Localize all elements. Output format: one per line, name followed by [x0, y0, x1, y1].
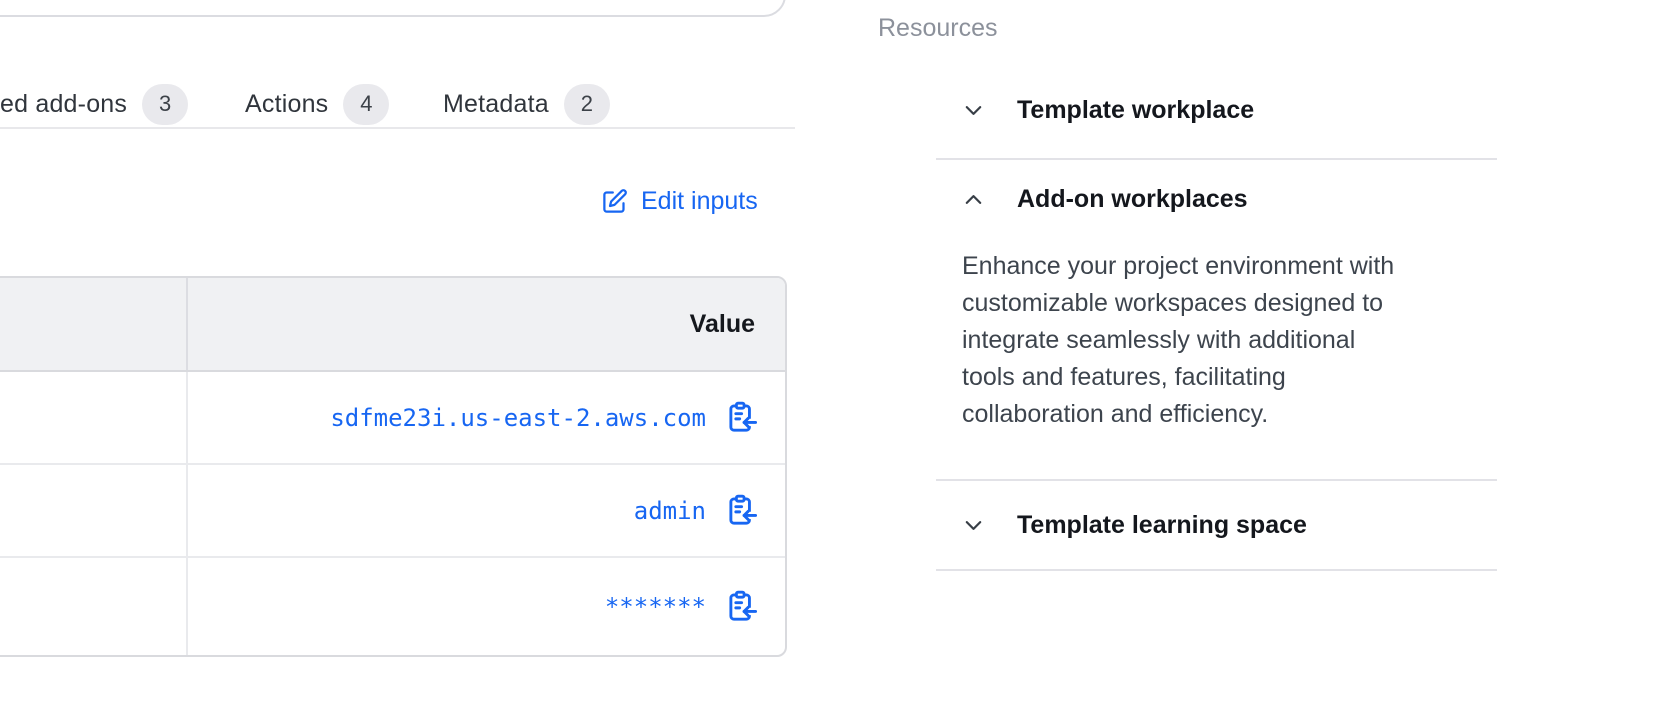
edit-inputs-label: Edit inputs [641, 187, 758, 216]
row-value-cell: ******* [188, 558, 785, 655]
accordion-template-learning-space[interactable]: Template learning space [936, 481, 1497, 569]
table-row: ******* [0, 558, 785, 655]
table-row: sdfme23i.us-east-2.aws.com [0, 372, 785, 465]
accordion-add-on-workplaces[interactable]: Add-on workplaces [936, 160, 1497, 238]
inputs-table-header-name-cell [0, 278, 188, 370]
accordion-title: Template learning space [1017, 511, 1307, 540]
chevron-up-icon [962, 188, 985, 211]
clipboard-copy-icon[interactable] [724, 401, 757, 434]
chevron-down-icon [962, 99, 985, 122]
accordion-title: Template workplace [1017, 96, 1254, 125]
accordion-divider [936, 569, 1497, 571]
accordion-template-workplace[interactable]: Template workplace [936, 62, 1497, 158]
row-name-cell [0, 465, 188, 556]
tab-actions-label: Actions [245, 90, 328, 119]
table-row: admin [0, 465, 785, 558]
row-value-text: sdfme23i.us-east-2.aws.com [330, 404, 706, 432]
tab-installed-add-ons-count-badge: 3 [142, 84, 188, 125]
clipboard-copy-icon[interactable] [724, 590, 757, 623]
resources-panel-title: Resources [878, 14, 998, 43]
accordion-title: Add-on workplaces [1017, 185, 1248, 214]
chevron-down-icon [962, 514, 985, 537]
inputs-table: Value sdfme23i.us-east-2.aws.com [0, 276, 787, 657]
row-value-cell: admin [188, 465, 785, 556]
tab-metadata-count-badge: 2 [564, 84, 610, 125]
edit-inputs-button[interactable]: Edit inputs [601, 187, 758, 216]
edit-pencil-icon [601, 188, 628, 215]
row-name-cell [0, 558, 188, 655]
row-value-cell: sdfme23i.us-east-2.aws.com [188, 372, 785, 463]
tab-metadata-label: Metadata [443, 90, 549, 119]
tab-actions[interactable]: Actions 4 [245, 82, 389, 126]
accordion-body-text: Enhance your project environment with cu… [962, 238, 1408, 479]
tab-actions-count-badge: 4 [343, 84, 389, 125]
page: ed add-ons 3 Actions 4 Metadata 2 Edit i… [0, 0, 1672, 728]
row-value-text: admin [634, 497, 706, 525]
clipboard-copy-icon[interactable] [724, 494, 757, 527]
inputs-table-header-value-cell: Value [188, 278, 785, 370]
tab-metadata[interactable]: Metadata 2 [443, 82, 610, 126]
row-value-text: ******* [605, 593, 706, 621]
resources-accordion: Template workplace Add-on workplaces Enh… [936, 62, 1497, 571]
tab-installed-add-ons[interactable]: ed add-ons 3 [0, 82, 188, 126]
inputs-table-header-row: Value [0, 278, 785, 372]
tab-bar-divider [0, 127, 795, 129]
top-card-partial [0, 0, 786, 17]
row-name-cell [0, 372, 188, 463]
tab-installed-add-ons-label: ed add-ons [0, 90, 127, 119]
